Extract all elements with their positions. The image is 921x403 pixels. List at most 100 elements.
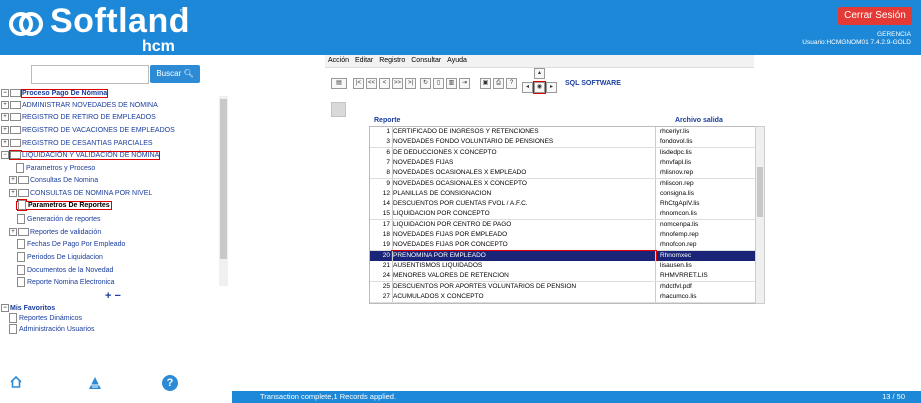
tree-node-proceso-pago[interactable]: − Proceso Pago De Nómina bbox=[1, 88, 109, 99]
help-icon[interactable]: ? bbox=[162, 375, 178, 391]
prev-page-icon[interactable]: << bbox=[366, 78, 377, 89]
output-file[interactable]: rhnofcon.rep bbox=[660, 240, 755, 250]
output-file[interactable]: rhdctfvl.pdf bbox=[660, 282, 755, 292]
report-name[interactable]: LIQUIDACION POR CONCEPTO bbox=[392, 209, 656, 220]
triangle-stack-icon[interactable] bbox=[87, 375, 103, 391]
menu-registro[interactable]: Registro bbox=[379, 55, 405, 67]
report-name[interactable]: NOVEDADES FIJAS POR EMPLEADO bbox=[392, 230, 656, 240]
save-icon[interactable]: ▣ bbox=[480, 78, 491, 89]
expand-icon[interactable]: + bbox=[1, 101, 9, 110]
prev-record-icon[interactable]: < bbox=[379, 78, 390, 89]
report-name[interactable]: NOVEDADES FIJAS bbox=[392, 157, 656, 168]
tree-node-reportes-dinamicos[interactable]: Reportes Dinámicos bbox=[9, 313, 82, 324]
output-file[interactable]: rhlisnov.rep bbox=[660, 168, 755, 178]
expand-icon[interactable]: + bbox=[1, 113, 9, 122]
output-file[interactable]: rhliscon.rep bbox=[660, 179, 755, 189]
tree-node-cesantias[interactable]: + REGISTRO DE CESANTIAS PARCIALES bbox=[1, 138, 153, 149]
expand-icon[interactable]: + bbox=[1, 139, 9, 148]
output-file[interactable]: rhnofemp.rep bbox=[660, 230, 755, 240]
search-button[interactable]: Buscar 🔍︎ bbox=[150, 65, 200, 83]
output-file[interactable]: lisdedpc.lis bbox=[660, 148, 755, 158]
report-name[interactable]: DESCUENTOS POR CUENTAS FVOL / A.F.C. bbox=[392, 199, 656, 210]
output-file[interactable]: nomcenpa.lis bbox=[660, 220, 755, 230]
menu-editar[interactable]: Editar bbox=[355, 55, 373, 67]
expand-icon[interactable]: + bbox=[9, 176, 17, 185]
tree-node-liquidacion[interactable]: − LIQUIDACIÓN Y VALIDACIÓN DE NÓMINA bbox=[1, 150, 161, 161]
collapse-icon[interactable]: − bbox=[1, 151, 9, 160]
next-page-icon[interactable]: >> bbox=[392, 78, 403, 89]
output-file[interactable]: RhCtgAplV.lis bbox=[660, 199, 755, 209]
grid-view-icon[interactable]: ▤ bbox=[331, 78, 347, 89]
output-file[interactable]: fondovol.lis bbox=[660, 137, 755, 147]
expand-collapse-all[interactable]: + − bbox=[105, 290, 121, 302]
report-name[interactable]: PLANILLAS DE CONSIGNACION bbox=[392, 188, 656, 199]
export-icon[interactable]: ⇥ bbox=[459, 78, 470, 89]
delete-icon[interactable]: ▥ bbox=[446, 78, 457, 89]
table-row[interactable]: 27 ACUMULADOS X CONCEPTO rhacumco.lis bbox=[370, 291, 755, 303]
collapse-all-button[interactable]: − bbox=[115, 290, 121, 302]
tree-node-generacion-reportes[interactable]: Generación de reportes bbox=[17, 214, 101, 225]
col-header-reporte[interactable]: Reporte bbox=[374, 117, 400, 124]
last-record-icon[interactable]: >| bbox=[405, 78, 416, 89]
output-file[interactable]: rhnvfapl.lis bbox=[660, 158, 755, 168]
report-name[interactable]: AUSENTISMOS LIQUIDADOS bbox=[392, 260, 656, 271]
expand-icon[interactable]: + bbox=[9, 189, 17, 198]
report-name[interactable]: LIQUIDACION POR CENTRO DE PAGO bbox=[392, 219, 656, 230]
execute-icon[interactable]: ◉ bbox=[533, 81, 546, 94]
tree-scrollbar[interactable] bbox=[219, 96, 228, 286]
report-name[interactable]: DESCUENTOS POR APORTES VOLUNTARIOS DE PE… bbox=[392, 281, 656, 292]
report-name[interactable]: NOVEDADES OCASIONALES X CONCEPTO bbox=[392, 178, 656, 189]
grid-scrollbar[interactable] bbox=[755, 126, 765, 304]
expand-icon[interactable]: + bbox=[9, 228, 17, 237]
report-name[interactable]: NOVEDADES FONDO VOLUNTARIO DE PENSIONES bbox=[392, 137, 656, 148]
output-file[interactable]: RHMVRRET.LIS bbox=[660, 271, 755, 281]
report-name[interactable]: NOVEDADES FIJAS POR CONCEPTO bbox=[392, 240, 656, 251]
tree-node-parametros-proceso[interactable]: Parametros y Proceso bbox=[16, 163, 95, 174]
tree-node-admin-usuarios[interactable]: Administración Usuarios bbox=[9, 324, 94, 335]
report-name[interactable]: DE DEDUCCIONES X CONCEPTO bbox=[392, 147, 656, 158]
grid-scrollbar-thumb[interactable] bbox=[757, 167, 763, 217]
output-file[interactable]: rhceriyr.lis bbox=[660, 127, 755, 137]
output-file[interactable]: rhacumco.lis bbox=[660, 292, 755, 302]
tree-node-administrar-novedades[interactable]: + ADMINISTRAR NOVEDADES DE NOMINA bbox=[1, 100, 158, 111]
report-name[interactable]: MENORES VALORES DE RETENCION bbox=[392, 271, 656, 282]
col-header-archivo[interactable]: Archivo salida bbox=[675, 117, 723, 124]
menu-consultar[interactable]: Consultar bbox=[411, 55, 441, 67]
report-name[interactable]: ACUMULADOS X CONCEPTO bbox=[392, 291, 656, 302]
report-name[interactable]: PRENOMINA POR EMPLEADO bbox=[391, 249, 657, 262]
tree-node-nomina-electronica[interactable]: Reporte Nomina Electronica bbox=[17, 277, 115, 288]
print-icon[interactable]: ⎙ bbox=[493, 78, 504, 89]
home-icon[interactable] bbox=[9, 375, 23, 389]
tree-scrollbar-thumb[interactable] bbox=[220, 99, 227, 259]
search-input[interactable] bbox=[31, 65, 149, 84]
help-doc-icon[interactable]: ? bbox=[506, 78, 517, 89]
tree-node-vacaciones[interactable]: + REGISTRO DE VACACIONES DE EMPLEADOS bbox=[1, 125, 175, 136]
tree-node-consultas-nomina[interactable]: + Consultas De Nomina bbox=[9, 175, 98, 186]
output-file[interactable]: lisausen.lis bbox=[660, 261, 755, 271]
tree-node-retiro[interactable]: + REGISTRO DE RETIRO DE EMPLEADOS bbox=[1, 112, 156, 123]
menu-ayuda[interactable]: Ayuda bbox=[447, 55, 467, 67]
output-file[interactable]: Rhnomxec bbox=[660, 251, 755, 261]
expand-all-button[interactable]: + bbox=[105, 290, 111, 302]
tree-node-reportes-validacion[interactable]: + Reportes de validación bbox=[9, 227, 101, 238]
menu-accion[interactable]: Acción bbox=[328, 55, 349, 67]
collapse-icon[interactable]: − bbox=[1, 304, 9, 313]
first-record-icon[interactable]: |< bbox=[353, 78, 364, 89]
output-file[interactable]: rhnomcon.lis bbox=[660, 209, 755, 219]
tree-node-consultas-nivel[interactable]: + CONSULTAS DE NOMINA POR NIVEL bbox=[9, 188, 152, 199]
tree-node-fechas-pago[interactable]: Fechas De Pago Por Empleado bbox=[17, 239, 125, 250]
refresh-icon[interactable]: ↻ bbox=[420, 78, 431, 89]
nav-up-icon[interactable]: ▴ bbox=[534, 68, 545, 79]
report-name[interactable]: CERTIFICADO DE INGRESOS Y RETENCIONES bbox=[392, 127, 656, 137]
report-name[interactable]: NOVEDADES OCASIONALES X EMPLEADO bbox=[392, 168, 656, 179]
output-file[interactable]: consigna.lis bbox=[660, 189, 755, 199]
logout-button[interactable]: Cerrar Sesión bbox=[838, 7, 912, 25]
tree-node-documentos-novedad[interactable]: Documentos de la Novedad bbox=[17, 265, 113, 276]
collapse-icon[interactable]: − bbox=[1, 89, 9, 98]
tree-node-parametros-reportes[interactable]: Parametros De Reportes bbox=[16, 200, 112, 211]
nav-left-icon[interactable]: ◂ bbox=[522, 82, 533, 93]
tree-node-periodos[interactable]: Periodos De Liquidacion bbox=[17, 252, 103, 263]
new-record-icon[interactable]: ▯ bbox=[433, 78, 444, 89]
nav-right-icon[interactable]: ▸ bbox=[546, 82, 557, 93]
expand-icon[interactable]: + bbox=[1, 126, 9, 135]
